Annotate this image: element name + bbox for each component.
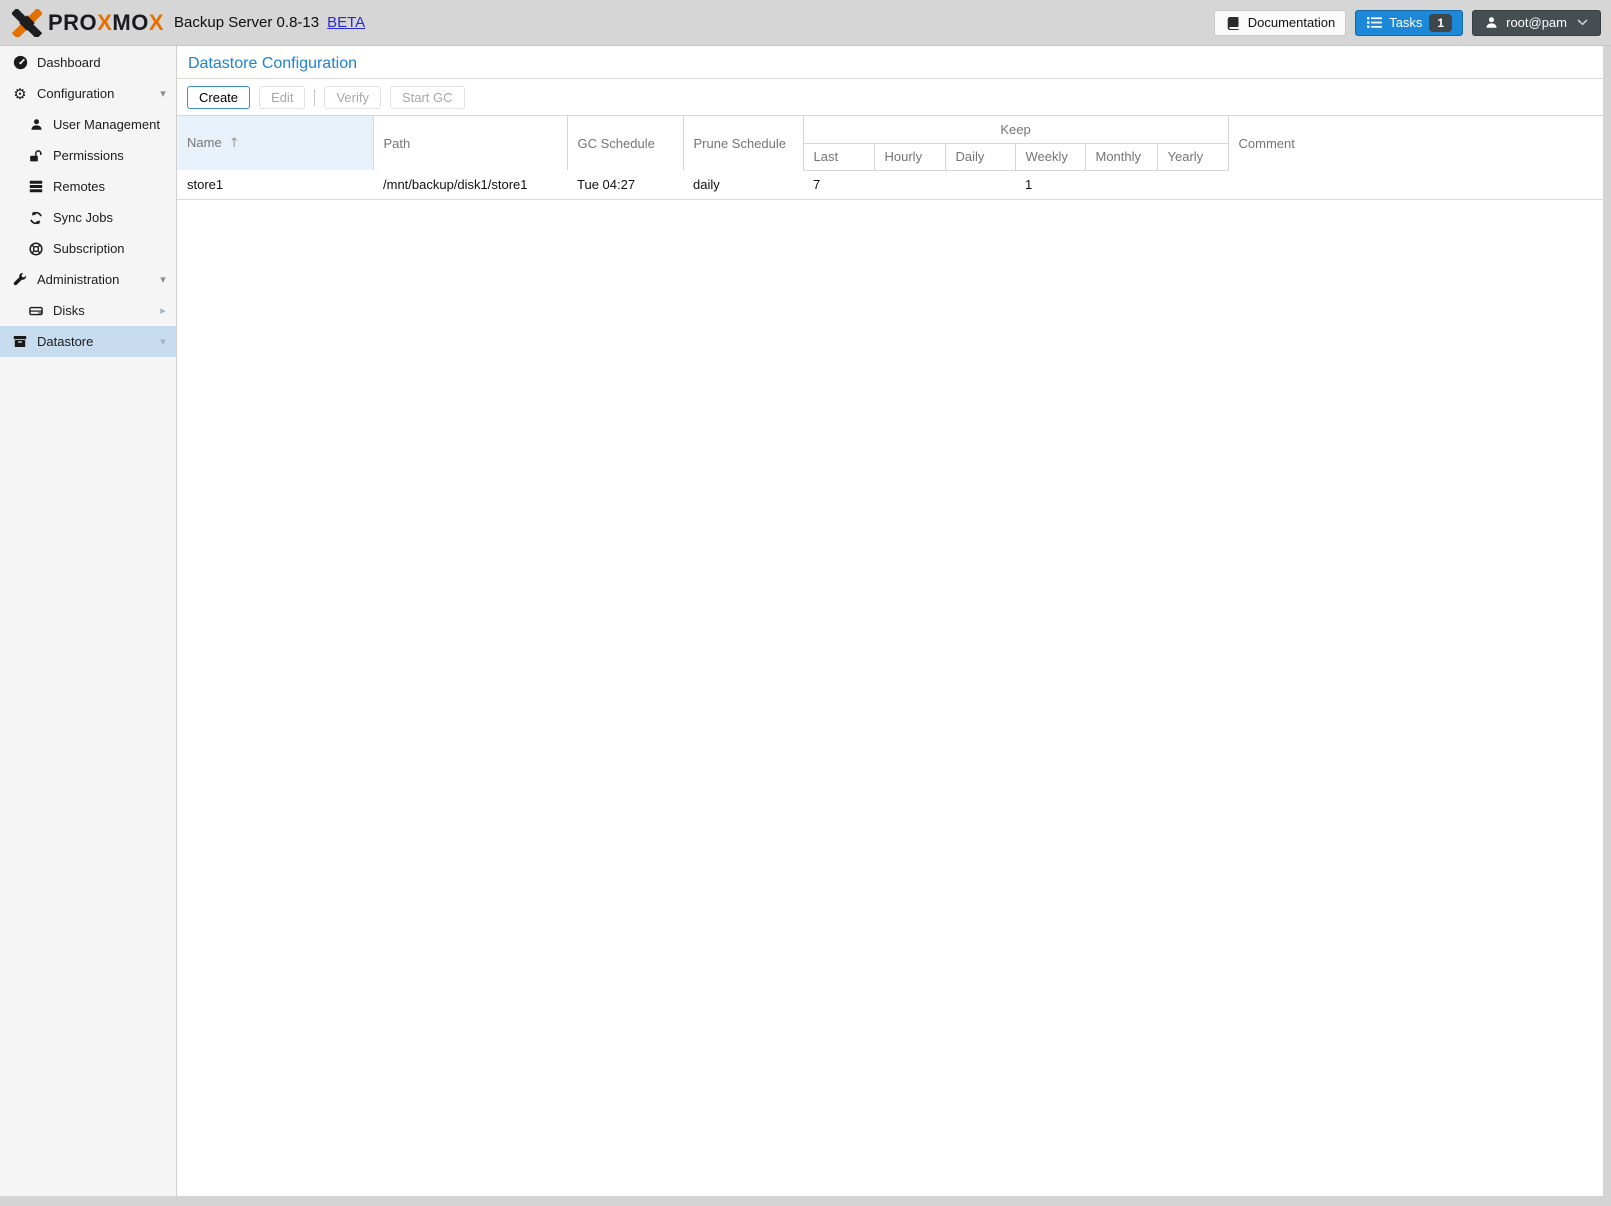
sidebar-item-label: Sync Jobs: [53, 210, 113, 225]
tasks-count-badge: 1: [1429, 14, 1452, 32]
tasks-label: Tasks: [1389, 15, 1422, 30]
life-ring-icon: [28, 242, 44, 256]
sidebar-item-label: Configuration: [37, 86, 114, 101]
sidebar-item-datastore[interactable]: Datastore ▾: [0, 326, 176, 357]
column-group-keep: Keep: [803, 116, 1228, 143]
collapse-arrow-icon[interactable]: ▾: [156, 87, 170, 100]
sidebar-item-label: Disks: [53, 303, 85, 318]
column-header-keep-weekly[interactable]: Weekly: [1015, 143, 1085, 170]
sidebar-item-label: Dashboard: [37, 55, 101, 70]
beta-link[interactable]: BETA: [327, 14, 365, 31]
gears-icon: ⚙: [12, 87, 28, 101]
cell-keep-monthly: [1085, 170, 1157, 199]
product-version-text: Backup Server 0.8-13: [174, 14, 319, 31]
app-body: Dashboard ⚙ Configuration ▾ User Managem…: [0, 46, 1603, 1196]
cell-keep-yearly: [1157, 170, 1228, 199]
top-bar: PROXMOX Backup Server 0.8-13 BETA Docume…: [0, 0, 1611, 46]
sidebar-item-administration[interactable]: Administration ▾: [0, 264, 176, 295]
collapse-arrow-icon[interactable]: ▾: [156, 335, 170, 348]
table-row-store1[interactable]: store1 /mnt/backup/disk1/store1 Tue 04:2…: [177, 170, 1603, 199]
sort-ascending-icon: ↑: [229, 136, 240, 151]
sidebar-item-sync-jobs[interactable]: Sync Jobs: [0, 202, 176, 233]
column-header-prune-schedule[interactable]: Prune Schedule: [683, 116, 803, 170]
page-title: Datastore Configuration: [177, 46, 1603, 79]
column-header-comment[interactable]: Comment: [1228, 116, 1603, 170]
datastore-table: Name↑ Path GC Schedule Prune Schedule Ke…: [177, 116, 1603, 200]
cell-keep-weekly: 1: [1015, 170, 1085, 199]
server-icon: [28, 180, 44, 194]
sidebar-item-label: Administration: [37, 272, 119, 287]
wrench-icon: [12, 273, 28, 287]
sidebar-item-subscription[interactable]: Subscription: [0, 233, 176, 264]
column-header-path[interactable]: Path: [373, 116, 567, 170]
sidebar-item-remotes[interactable]: Remotes: [0, 171, 176, 202]
expand-arrow-icon[interactable]: ▸: [156, 304, 170, 317]
column-header-keep-yearly[interactable]: Yearly: [1157, 143, 1228, 170]
sidebar-item-configuration[interactable]: ⚙ Configuration ▾: [0, 78, 176, 109]
cell-name: store1: [177, 170, 373, 199]
column-header-gc-schedule[interactable]: GC Schedule: [567, 116, 683, 170]
sidebar-item-permissions[interactable]: Permissions: [0, 140, 176, 171]
documentation-label: Documentation: [1248, 15, 1335, 30]
sidebar-item-dashboard[interactable]: Dashboard: [0, 47, 176, 78]
sidebar: Dashboard ⚙ Configuration ▾ User Managem…: [0, 46, 177, 1196]
column-header-keep-hourly[interactable]: Hourly: [874, 143, 945, 170]
user-label: root@pam: [1506, 15, 1567, 30]
cell-comment: [1228, 170, 1603, 199]
sidebar-item-user-management[interactable]: User Management: [0, 109, 176, 140]
cell-keep-hourly: [874, 170, 945, 199]
sidebar-item-disks[interactable]: Disks ▸: [0, 295, 176, 326]
brand-wordmark: PROXMOX: [48, 10, 164, 36]
task-list-icon: [1366, 16, 1382, 30]
sidebar-item-label: User Management: [53, 117, 160, 132]
proxmox-x-mark-icon: [12, 9, 42, 37]
sidebar-item-label: Permissions: [53, 148, 124, 163]
unlock-icon: [28, 149, 44, 163]
sync-icon: [28, 211, 44, 225]
column-header-keep-monthly[interactable]: Monthly: [1085, 143, 1157, 170]
cell-gc-schedule: Tue 04:27: [567, 170, 683, 199]
main-content: Datastore Configuration Create Edit Veri…: [177, 46, 1603, 1196]
proxmox-logo: PROXMOX: [12, 9, 164, 37]
column-header-keep-daily[interactable]: Daily: [945, 143, 1015, 170]
create-button[interactable]: Create: [187, 86, 250, 109]
verify-button[interactable]: Verify: [324, 86, 381, 109]
user-icon: [1483, 16, 1499, 30]
column-header-name[interactable]: Name↑: [177, 116, 373, 170]
cell-keep-last: 7: [803, 170, 874, 199]
chevron-down-icon: [1574, 16, 1590, 30]
sidebar-item-label: Subscription: [53, 241, 125, 256]
documentation-button[interactable]: Documentation: [1214, 10, 1346, 36]
cell-keep-daily: [945, 170, 1015, 199]
edit-button[interactable]: Edit: [259, 86, 305, 109]
sidebar-item-label: Remotes: [53, 179, 105, 194]
start-gc-button[interactable]: Start GC: [390, 86, 465, 109]
collapse-arrow-icon[interactable]: ▾: [156, 273, 170, 286]
column-header-keep-last[interactable]: Last: [803, 143, 874, 170]
hdd-icon: [28, 304, 44, 318]
cell-prune-schedule: daily: [683, 170, 803, 199]
cell-path: /mnt/backup/disk1/store1: [373, 170, 567, 199]
archive-icon: [12, 335, 28, 349]
user-menu-button[interactable]: root@pam: [1472, 10, 1601, 36]
tasks-button[interactable]: Tasks 1: [1355, 10, 1463, 36]
sidebar-item-label: Datastore: [37, 334, 93, 349]
gauge-icon: [12, 56, 28, 70]
user-icon: [28, 118, 44, 132]
toolbar-separator: [314, 89, 315, 106]
book-icon: [1225, 16, 1241, 30]
toolbar: Create Edit Verify Start GC: [177, 79, 1603, 116]
